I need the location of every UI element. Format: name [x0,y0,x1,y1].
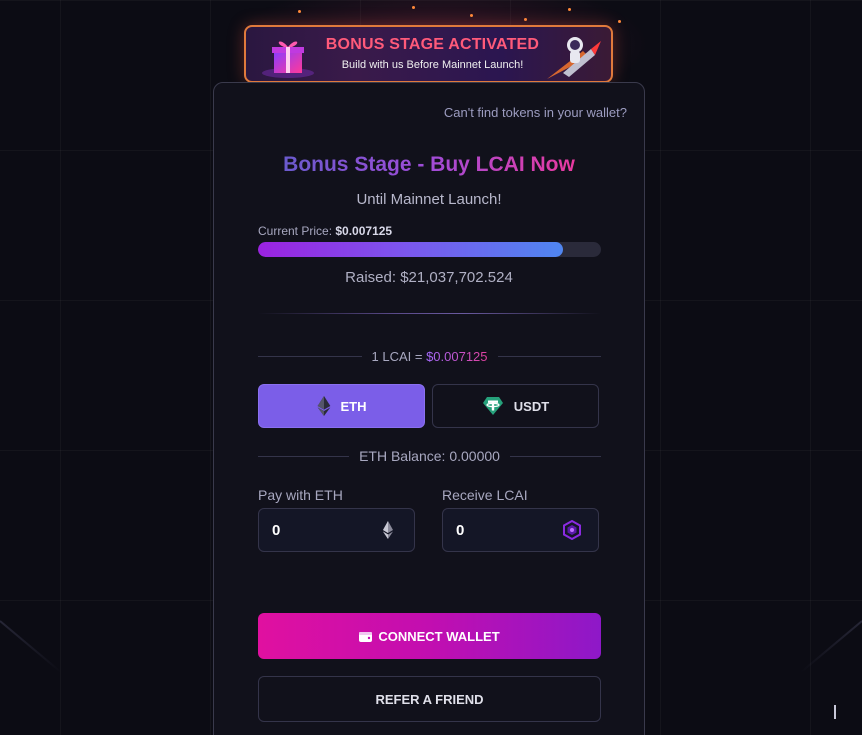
exchange-rate-prefix: 1 LCAI = [371,348,427,364]
page-title: Bonus Stage - Buy LCAI Now [214,153,644,177]
wallet-balance: ETH Balance: 0.00000 [258,447,601,465]
spark-decoration [298,10,301,13]
spark-decoration [412,6,415,9]
divider [258,455,350,457]
page-subtitle: Until Mainnet Launch! [356,191,502,208]
divider [258,355,362,357]
currency-eth-label: ETH [340,398,367,414]
current-price-label: Current Price: [258,224,333,238]
balance-text: ETH Balance: 0.00000 [359,448,500,464]
divider [509,455,601,457]
bonus-banner[interactable]: BONUS STAGE ACTIVATED Build with us Befo… [244,25,613,83]
page-title-text: Bonus Stage - Buy LCAI Now [283,153,575,176]
connect-wallet-label: CONNECT WALLET [378,628,500,644]
astronaut-rocket-icon [547,37,601,79]
connect-wallet-button[interactable]: CONNECT WALLET [258,613,601,659]
spark-decoration [568,8,571,11]
divider [497,355,602,357]
current-price-value: $0.007125 [335,224,393,238]
sale-progress-bar [258,242,601,257]
banner-title: BONUS STAGE ACTIVATED [325,36,540,53]
receive-amount-field[interactable] [442,508,599,552]
refer-friend-label: REFER A FRIEND [375,691,484,707]
divider [258,313,601,314]
wallet-icon [359,631,373,642]
exchange-rate-text: 1 LCAI = $0.007125 [372,349,488,364]
currency-usdt-label: USDT [513,398,550,414]
currency-usdt-button[interactable]: USDT [432,384,599,428]
exchange-rate-value: $0.007125 [426,348,488,364]
exchange-rate: 1 LCAI = $0.007125 [258,347,602,365]
ethereum-icon [383,521,393,539]
pay-amount-input[interactable] [259,509,379,551]
scroll-indicator [834,705,836,719]
currency-eth-button[interactable]: ETH [258,384,425,428]
refer-friend-button[interactable]: REFER A FRIEND [258,676,601,722]
spark-decoration [470,14,473,17]
missing-tokens-link[interactable]: Can't find tokens in your wallet? [444,105,627,120]
receive-label: Receive LCAI [442,487,528,503]
lcai-token-icon [563,520,581,540]
presale-card: Can't find tokens in your wallet? Bonus … [213,82,645,735]
ethereum-icon [317,396,330,416]
gift-icon [262,41,314,78]
spark-decoration [618,20,621,23]
tether-icon [482,397,503,415]
banner-subtitle: Build with us Before Mainnet Launch! [341,59,524,71]
pay-label: Pay with ETH [258,487,343,503]
current-price: Current Price: $0.007125 [258,224,392,238]
receive-amount-input[interactable] [443,509,563,551]
raised-amount: Raised: $21,037,702.524 [345,269,513,286]
pay-amount-field[interactable] [258,508,415,552]
sale-progress-fill [258,242,564,257]
spark-decoration [524,18,527,21]
